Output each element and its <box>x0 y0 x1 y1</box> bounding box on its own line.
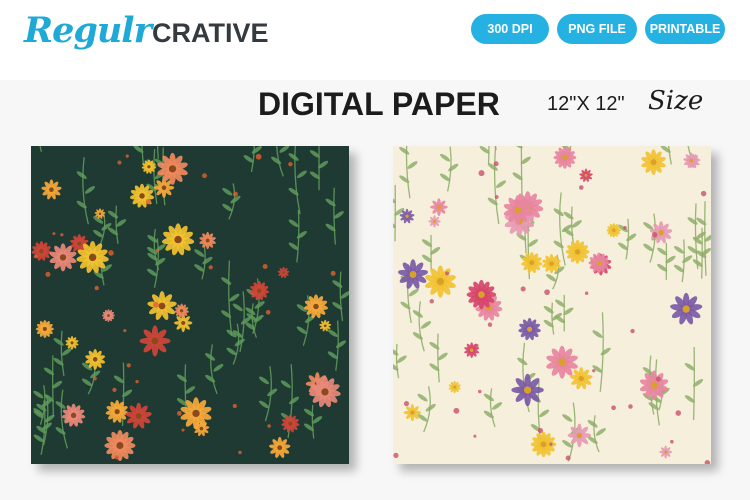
size-dimensions: 12"X 12" <box>547 93 625 115</box>
page-title: DIGITAL PAPER <box>258 86 500 122</box>
size-label: Size <box>648 86 704 116</box>
brand-logo[interactable]: Regulr CRATIVE <box>24 10 269 60</box>
brand-bold: CRATIVE <box>152 18 269 48</box>
badge-png-file: PNG FILE <box>557 14 637 44</box>
badge-dpi: 300 DPI <box>471 14 549 44</box>
badge-printable: PRINTABLE <box>645 14 725 44</box>
header: Regulr CRATIVE 300 DPI PNG FILE PRINTABL… <box>0 0 750 80</box>
dark-floral-paper <box>31 146 349 464</box>
brand-script: Regulr <box>24 10 152 51</box>
light-floral-paper <box>393 146 711 464</box>
